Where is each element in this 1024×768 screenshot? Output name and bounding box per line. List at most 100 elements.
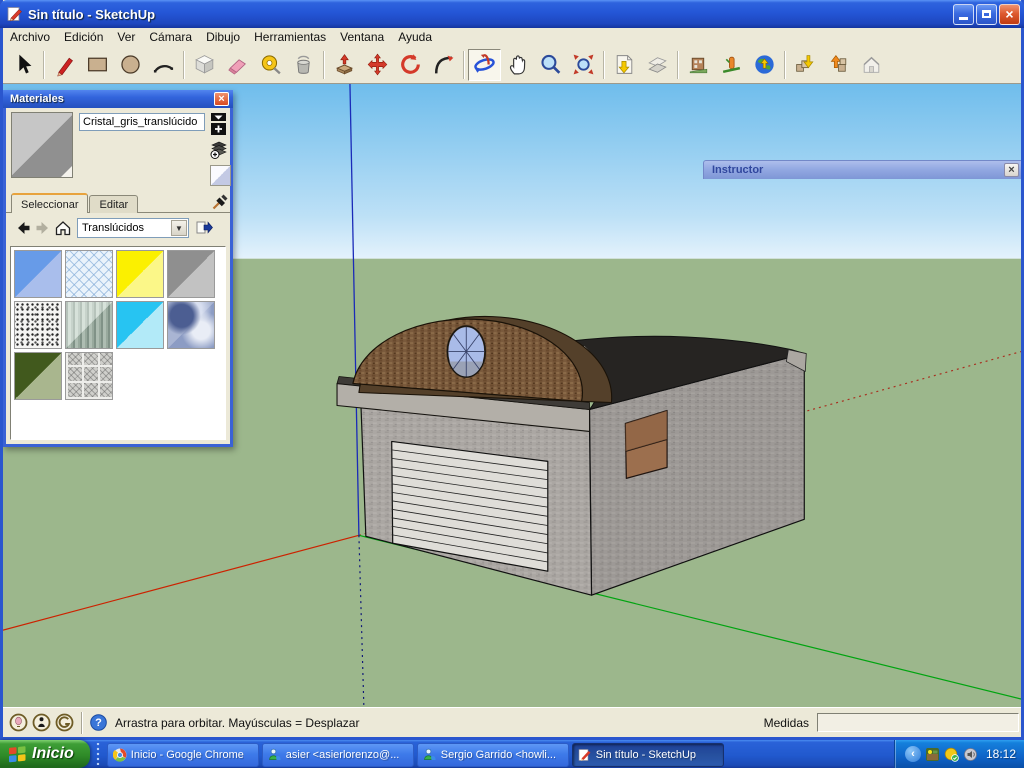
zoom-extents-tool-icon[interactable] (567, 49, 600, 81)
desktop: Sin título - SketchUp × Archivo Edición … (0, 0, 1024, 768)
material-swatch[interactable] (14, 301, 62, 349)
tab-seleccionar[interactable]: Seleccionar (11, 193, 88, 213)
instructor-close-icon[interactable]: × (1004, 163, 1019, 177)
tray-collapse-icon[interactable]: ‹ (905, 746, 921, 762)
details-pane-button[interactable] (194, 218, 216, 238)
share-models-icon[interactable] (822, 49, 855, 81)
pan-tool-icon[interactable] (501, 49, 534, 81)
sketchup-window: Sin título - SketchUp × Archivo Edición … (0, 0, 1024, 740)
sketchup-icon (578, 748, 592, 762)
geolocation-icon[interactable] (55, 713, 74, 732)
help-icon[interactable]: ? (90, 714, 107, 731)
status-bar: ? Arrastra para orbitar. Mayúsculas = De… (3, 707, 1021, 737)
taskbar-task-chrome[interactable]: Inicio - Google Chrome (107, 743, 259, 767)
tray-messenger-icon[interactable] (944, 747, 959, 762)
taskbar-task-messenger-2[interactable]: Sergio Garrido <howli... (417, 743, 569, 767)
toolbar-separator (323, 51, 325, 79)
sketchup-app-icon (6, 5, 24, 23)
material-swatch-list (10, 246, 226, 440)
toolbar-separator (43, 51, 45, 79)
rotate-tool-icon[interactable] (394, 49, 427, 81)
tray-app-icon[interactable] (925, 747, 940, 762)
attribution-icon[interactable] (9, 713, 28, 732)
model-location-icon[interactable] (715, 49, 748, 81)
photo-textures-icon[interactable] (682, 49, 715, 81)
rectangle-tool-icon[interactable] (81, 49, 114, 81)
zoom-tool-icon[interactable] (534, 49, 567, 81)
push-pull-tool-icon[interactable] (328, 49, 361, 81)
line-tool-icon[interactable] (48, 49, 81, 81)
paint-bucket-tool-icon[interactable] (287, 49, 320, 81)
material-swatch[interactable] (14, 352, 62, 400)
task-label: Sin título - SketchUp (596, 749, 696, 761)
toggle-terrain-icon[interactable] (641, 49, 674, 81)
quick-launch-handle[interactable] (94, 743, 102, 765)
material-swatch[interactable] (65, 250, 113, 298)
tray-volume-icon[interactable] (963, 747, 978, 762)
person-status-icon[interactable] (32, 713, 51, 732)
title-bar[interactable]: Sin título - SketchUp × (0, 0, 1024, 28)
materials-tabs: Seleccionar Editar (6, 192, 230, 213)
menu-ventana[interactable]: Ventana (333, 28, 391, 46)
tab-editar[interactable]: Editar (89, 195, 138, 213)
toolbar-separator (784, 51, 786, 79)
messenger-icon (268, 748, 282, 762)
instructor-title: Instructor (712, 164, 1004, 176)
materials-nav-row: Translúcidos ▼ (6, 216, 230, 240)
materials-close-icon[interactable]: × (214, 92, 229, 106)
orbit-tool-icon[interactable] (468, 49, 501, 81)
tray-clock[interactable]: 18:12 (986, 747, 1016, 761)
eraser-tool-icon[interactable] (221, 49, 254, 81)
home-icon[interactable] (53, 218, 73, 238)
get-current-view-icon[interactable] (608, 49, 641, 81)
material-swatch[interactable] (65, 352, 113, 400)
back-icon[interactable] (13, 218, 33, 238)
close-button[interactable]: × (999, 4, 1020, 25)
material-swatch[interactable] (65, 301, 113, 349)
share-component-icon[interactable] (855, 49, 888, 81)
menu-archivo[interactable]: Archivo (3, 28, 57, 46)
menu-ayuda[interactable]: Ayuda (391, 28, 439, 46)
menu-edicion[interactable]: Edición (57, 28, 110, 46)
task-label: Inicio - Google Chrome (131, 749, 244, 761)
material-swatch[interactable] (116, 250, 164, 298)
follow-me-tool-icon[interactable] (427, 49, 460, 81)
material-name-field[interactable] (79, 113, 205, 131)
make-component-tool-icon[interactable] (188, 49, 221, 81)
forward-icon[interactable] (33, 218, 53, 238)
menu-dibujo[interactable]: Dibujo (199, 28, 247, 46)
start-button[interactable]: Inicio (0, 740, 90, 768)
instructor-panel[interactable]: Instructor × (703, 160, 1021, 179)
select-tool-icon[interactable] (7, 49, 40, 81)
get-models-icon[interactable] (789, 49, 822, 81)
default-material-swatch[interactable] (210, 165, 231, 186)
secondary-pane-button[interactable] (209, 139, 229, 161)
minimize-button[interactable] (953, 4, 974, 25)
material-swatch[interactable] (116, 301, 164, 349)
create-material-button[interactable] (209, 112, 229, 136)
tape-measure-tool-icon[interactable] (254, 49, 287, 81)
arc-tool-icon[interactable] (147, 49, 180, 81)
taskbar-task-sketchup[interactable]: Sin título - SketchUp (572, 743, 724, 767)
google-earth-icon[interactable] (748, 49, 781, 81)
material-swatch[interactable] (14, 250, 62, 298)
material-swatch[interactable] (167, 250, 215, 298)
circle-tool-icon[interactable] (114, 49, 147, 81)
materials-panel: Materiales × (3, 90, 233, 447)
collection-dropdown[interactable]: Translúcidos ▼ (77, 218, 189, 238)
maximize-button[interactable] (976, 4, 997, 25)
materials-title-bar[interactable]: Materiales × (3, 90, 233, 108)
chrome-icon (113, 748, 127, 762)
material-preview-swatch[interactable] (11, 112, 73, 178)
menu-camara[interactable]: Cámara (142, 28, 199, 46)
measurements-box[interactable] (817, 713, 1019, 732)
svg-text:?: ? (95, 717, 102, 729)
material-swatch[interactable] (167, 301, 215, 349)
menu-herramientas[interactable]: Herramientas (247, 28, 333, 46)
toolbar-separator (677, 51, 679, 79)
menu-ver[interactable]: Ver (110, 28, 142, 46)
move-tool-icon[interactable] (361, 49, 394, 81)
taskbar-task-messenger-1[interactable]: asier <asierlorenzo@... (262, 743, 414, 767)
chevron-down-icon[interactable]: ▼ (171, 220, 187, 236)
toolbar-separator (463, 51, 465, 79)
